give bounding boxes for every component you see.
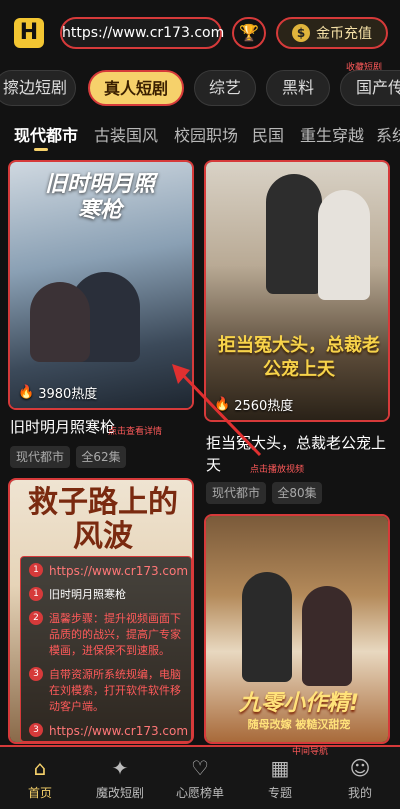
nav-modified-drama[interactable]: ✦ 魔改短剧: [80, 747, 160, 809]
bottom-navigation: ⌂ 首页 ✦ 魔改短剧 ♡ 心愿榜单 ▦ 专题 ☺ 我的: [0, 745, 400, 809]
step-number: 1: [29, 587, 43, 601]
poster-image: 九零小作精! 随母改嫁 被糙汉甜宠: [206, 516, 388, 742]
nav-label: 我的: [347, 785, 372, 800]
coin-icon: $: [292, 24, 310, 42]
top-bar: H https://www.cr173.com 🏆 $ 金币充值: [0, 0, 400, 64]
guide-item-1: 旧时明月照寒枪: [49, 588, 126, 601]
poster-subtitle: 随母改嫁 被糙汉甜宠: [247, 718, 351, 731]
chip-live-drama[interactable]: 真人短剧: [88, 70, 184, 106]
genre-tabs: 现代都市 古装国风 校园职场 民国 重生穿越 系统: [0, 118, 400, 152]
poster-figure: [266, 174, 322, 294]
step-number: 2: [29, 611, 43, 625]
grid-icon: ▦: [270, 755, 290, 780]
nav-profile[interactable]: ☺ 我的: [320, 747, 400, 809]
step-number: 3: [29, 723, 43, 737]
tab-campus[interactable]: 校园职场: [174, 122, 238, 146]
guide-row: 1 旧时明月照寒枪: [29, 587, 183, 603]
guide-overlay: 1 https://www.cr173.com 1 旧时明月照寒枪 2 温馨步骤…: [20, 556, 192, 742]
nav-label: 专题: [267, 785, 292, 800]
guide-row: 1 https://www.cr173.com: [29, 563, 188, 579]
sparkle-icon: ✦: [111, 755, 129, 780]
tag-genre: 现代都市: [206, 482, 266, 504]
category-chips: 擦边短剧 真人短剧 综艺 黑料 国产传: [0, 70, 400, 110]
tag-episodes: 全62集: [76, 446, 126, 468]
hot-badge: 🔥 3980热度: [18, 383, 97, 402]
tag-episodes: 全80集: [272, 482, 322, 504]
guide-url[interactable]: https://www.cr173.com: [49, 723, 188, 739]
chip-domestic[interactable]: 国产传: [340, 70, 400, 106]
annotation-arrow: [172, 364, 262, 457]
nav-label: 魔改短剧: [95, 785, 144, 800]
drama-card-4[interactable]: 九零小作精! 随母改嫁 被糙汉甜宠: [204, 514, 390, 744]
home-icon: ⌂: [33, 755, 47, 780]
step-number: 3: [29, 667, 43, 681]
guide-item-2: 温馨步骤：提升视频画面下品质的的战兴，提高广专家模画，进保保不到速服。: [49, 612, 181, 657]
heart-icon: ♡: [191, 755, 209, 780]
tab-system[interactable]: 系统: [376, 122, 400, 146]
coin-recharge-button[interactable]: $ 金币充值: [276, 17, 388, 49]
user-icon: ☺: [349, 755, 371, 780]
guide-row: 2 温馨步骤：提升视频画面下品质的的战兴，提高广专家模画，进保保不到速服。: [29, 611, 183, 659]
guide-url[interactable]: https://www.cr173.com: [49, 563, 188, 579]
nav-home[interactable]: ⌂ 首页: [0, 747, 80, 809]
poster-figure: [302, 586, 352, 686]
url-pill[interactable]: https://www.cr173.com: [60, 17, 224, 49]
trophy-icon[interactable]: 🏆: [232, 17, 266, 49]
nav-label: 心愿榜单: [175, 785, 224, 800]
chip-variety[interactable]: 综艺: [194, 70, 256, 106]
nav-wishlist[interactable]: ♡ 心愿榜单: [160, 747, 240, 809]
poster-title: 救子路上的风波: [28, 485, 178, 554]
hot-count: 3980热度: [38, 387, 98, 402]
app-logo[interactable]: H: [14, 18, 44, 48]
poster-figure: [30, 282, 90, 362]
coin-recharge-label: 金币充值: [316, 26, 372, 42]
poster-figure: [318, 190, 370, 300]
poster-title: 旧时明月照寒枪: [44, 172, 155, 223]
poster-title: 九零小作精!: [238, 691, 360, 716]
chip-gossip[interactable]: 黑料: [266, 70, 330, 106]
nav-label: 首页: [27, 785, 52, 800]
tag-genre: 现代都市: [10, 446, 70, 468]
poster-figure: [242, 572, 292, 682]
guide-row: 3 自带资源所系统规编，电脑在刘模索，打开软件软件移动客户端。: [29, 667, 183, 715]
active-tab-indicator: [34, 148, 48, 151]
tab-republic[interactable]: 民国: [252, 122, 284, 146]
guide-row: 3 https://www.cr173.com: [29, 723, 188, 739]
step-number: 1: [29, 563, 43, 577]
tab-rebirth[interactable]: 重生穿越: [300, 122, 364, 146]
nav-annotation: 中间导航: [292, 747, 329, 757]
tab-modern-city[interactable]: 现代都市: [14, 122, 78, 146]
guide-item-3: 自带资源所系统规编，电脑在刘模索，打开软件软件移动客户端。: [49, 668, 181, 713]
tab-ancient[interactable]: 古装国风: [94, 122, 158, 146]
fire-icon: 🔥: [18, 385, 35, 400]
card-note: 点击查看详情: [108, 427, 163, 437]
chip-edge-drama[interactable]: 擦边短剧: [0, 70, 76, 106]
